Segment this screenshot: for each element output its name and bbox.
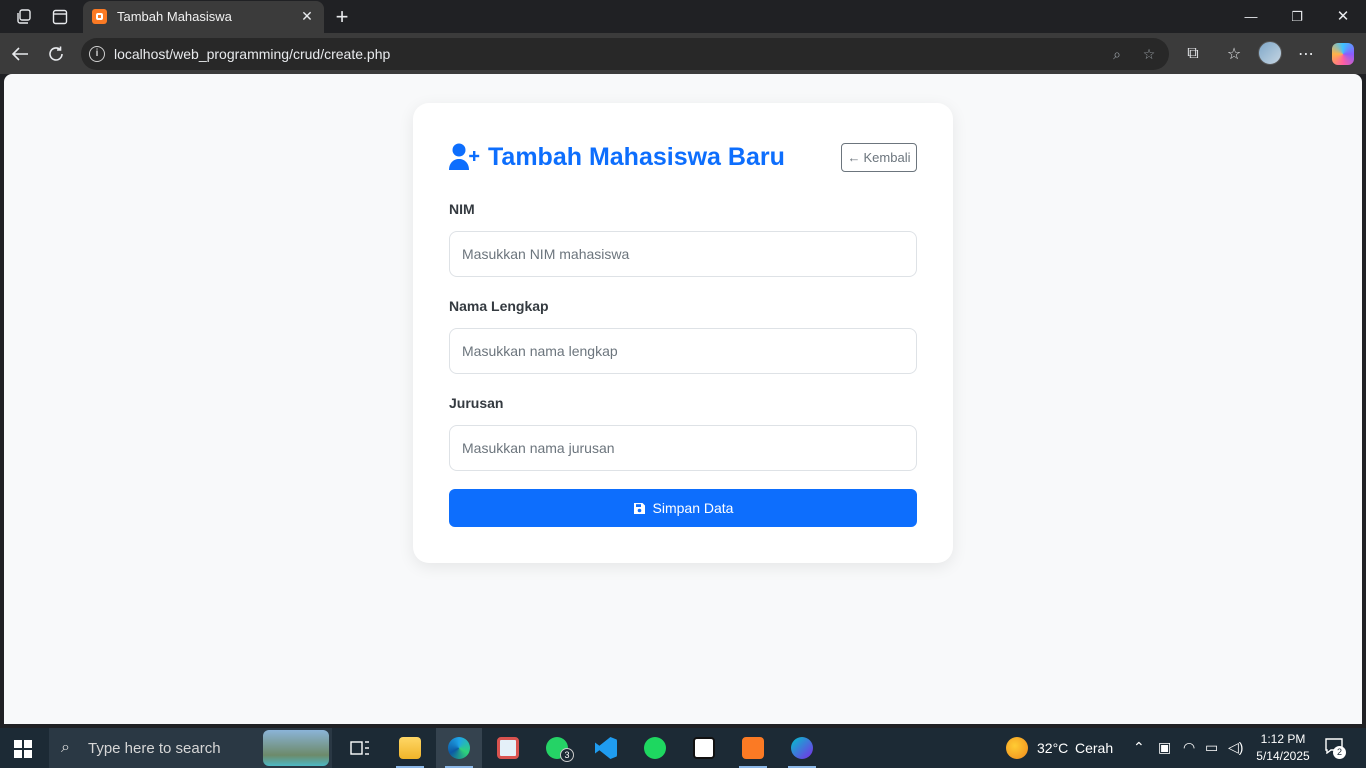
file-explorer-icon[interactable] bbox=[387, 728, 433, 768]
search-icon: ⌕ bbox=[61, 739, 70, 756]
back-button-label: Kembali bbox=[863, 150, 911, 165]
volume-icon[interactable]: ◁) bbox=[1228, 739, 1243, 756]
task-view-icon[interactable] bbox=[337, 728, 383, 768]
user-plus-icon bbox=[449, 143, 480, 170]
chevron-up-icon[interactable]: ⌃ bbox=[1133, 739, 1145, 756]
zoom-icon[interactable]: ⌕ bbox=[1108, 45, 1126, 63]
meet-now-icon[interactable]: ▣ bbox=[1158, 739, 1171, 756]
address-bar[interactable]: i localhost/web_programming/crud/create.… bbox=[81, 38, 1169, 70]
close-tab-icon[interactable]: ✕ bbox=[298, 7, 316, 25]
canva-icon[interactable] bbox=[779, 728, 825, 768]
workspaces-icon[interactable] bbox=[13, 6, 35, 28]
xampp-favicon-icon bbox=[92, 9, 107, 24]
url-text: localhost/web_programming/crud/create.ph… bbox=[114, 46, 391, 62]
save-icon bbox=[633, 502, 645, 514]
restore-icon[interactable]: ❐ bbox=[1282, 6, 1312, 28]
weather-icon[interactable] bbox=[1006, 737, 1028, 759]
notification-badge: 2 bbox=[1333, 746, 1346, 759]
vscode-icon[interactable] bbox=[583, 728, 629, 768]
browser-toolbar: i localhost/web_programming/crud/create.… bbox=[0, 33, 1366, 74]
system-clock[interactable]: 1:12 PM 5/14/2025 bbox=[1252, 731, 1314, 765]
clock-date: 5/14/2025 bbox=[1256, 749, 1310, 763]
search-placeholder: Type here to search bbox=[88, 740, 221, 757]
nim-input[interactable] bbox=[449, 231, 917, 277]
whatsapp-icon[interactable]: 3 bbox=[534, 728, 580, 768]
nama-group: Nama Lengkap bbox=[449, 298, 917, 374]
profile-avatar[interactable] bbox=[1258, 41, 1282, 65]
tab-actions-icon[interactable] bbox=[49, 6, 71, 28]
notification-center-icon[interactable]: 2 bbox=[1325, 738, 1346, 759]
jurusan-group: Jurusan bbox=[449, 395, 917, 471]
todo-app-icon[interactable] bbox=[485, 728, 531, 768]
taskbar-search[interactable]: ⌕ Type here to search bbox=[49, 728, 332, 768]
back-button[interactable]: ← Kembali bbox=[841, 143, 917, 172]
reload-icon[interactable] bbox=[44, 42, 68, 66]
minimize-icon[interactable]: — bbox=[1236, 6, 1266, 28]
jurusan-input[interactable] bbox=[449, 425, 917, 471]
favorite-star-icon[interactable]: ☆ bbox=[1140, 45, 1158, 63]
start-windows-icon[interactable] bbox=[14, 740, 32, 758]
favorites-icon[interactable]: ☆ bbox=[1222, 42, 1246, 66]
extensions-icon[interactable]: ⧉ bbox=[1181, 42, 1205, 66]
spotify-icon[interactable] bbox=[632, 728, 678, 768]
more-menu-icon[interactable]: ⋯ bbox=[1294, 42, 1318, 66]
search-highlight-image bbox=[263, 730, 329, 766]
nama-input[interactable] bbox=[449, 328, 917, 374]
save-button-label: Simpan Data bbox=[652, 500, 734, 516]
wifi-icon[interactable]: ◠ bbox=[1183, 739, 1195, 756]
tab-active[interactable]: Tambah Mahasiswa ✕ bbox=[83, 1, 324, 33]
whatsapp-badge: 3 bbox=[560, 748, 574, 762]
weather-temp[interactable]: 32°C bbox=[1037, 740, 1068, 756]
copilot-icon[interactable] bbox=[1332, 43, 1354, 65]
windows-taskbar: ⌕ Type here to search 3 32°C Cerah ⌃ ▣ ◠… bbox=[0, 728, 1366, 768]
site-info-icon[interactable]: i bbox=[89, 46, 105, 62]
page-title: Tambah Mahasiswa Baru bbox=[488, 142, 785, 171]
weather-desc[interactable]: Cerah bbox=[1075, 740, 1113, 756]
arrow-left-icon: ← bbox=[847, 150, 861, 165]
form-card: Tambah Mahasiswa Baru ← Kembali NIM Nama… bbox=[413, 103, 953, 563]
jurusan-label: Jurusan bbox=[449, 395, 504, 411]
page-viewport: Tambah Mahasiswa Baru ← Kembali NIM Nama… bbox=[4, 74, 1362, 724]
nim-group: NIM bbox=[449, 201, 917, 277]
nim-label: NIM bbox=[449, 201, 475, 217]
browser-tab-bar: Tambah Mahasiswa ✕ + — ❐ ✕ bbox=[0, 0, 1366, 33]
edge-browser-icon[interactable] bbox=[436, 728, 482, 768]
back-arrow-icon[interactable] bbox=[8, 42, 32, 66]
card-header: Tambah Mahasiswa Baru bbox=[449, 141, 785, 173]
save-button[interactable]: Simpan Data bbox=[449, 489, 917, 527]
battery-icon[interactable]: ▭ bbox=[1205, 739, 1218, 756]
xampp-icon[interactable] bbox=[730, 728, 776, 768]
tab-title: Tambah Mahasiswa bbox=[117, 9, 232, 24]
new-tab-icon[interactable]: + bbox=[331, 4, 353, 29]
clock-time: 1:12 PM bbox=[1260, 732, 1306, 746]
close-window-icon[interactable]: ✕ bbox=[1328, 6, 1358, 28]
nama-label: Nama Lengkap bbox=[449, 298, 549, 314]
notion-icon[interactable] bbox=[681, 728, 727, 768]
